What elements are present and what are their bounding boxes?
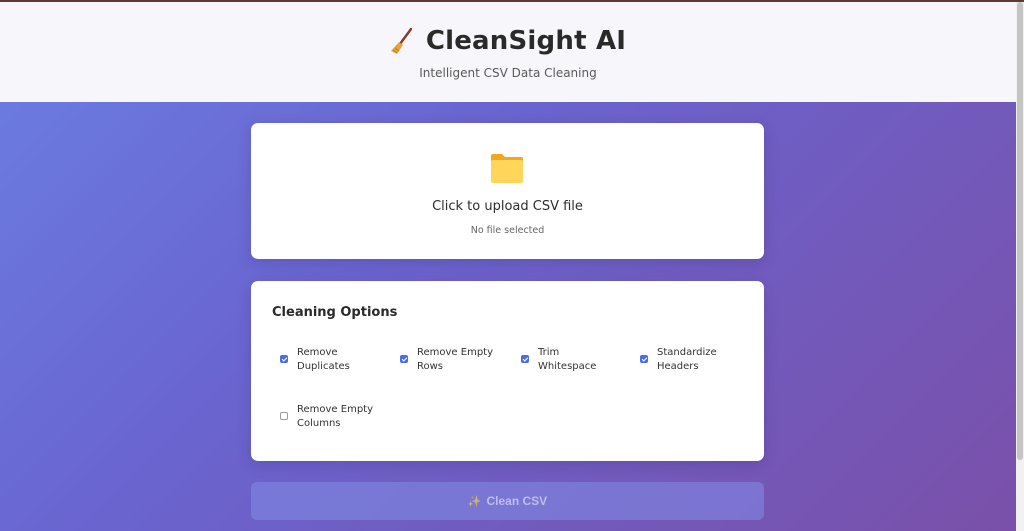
upload-dropzone[interactable]: Click to upload CSV file No file selecte… [251, 123, 764, 259]
file-status: No file selected [470, 225, 545, 236]
scrollbar-thumb[interactable] [1017, 2, 1023, 460]
cleaning-options-panel: Cleaning Options Remove Duplicates Remov… [251, 281, 764, 461]
option-label: Standardize Headers [657, 347, 717, 372]
option-label: Trim Whitespace [538, 347, 597, 372]
title-row: CleanSight AI [0, 26, 1016, 56]
scrollbar[interactable] [1016, 2, 1024, 531]
app-header: CleanSight AI Intelligent CSV Data Clean… [0, 2, 1016, 102]
broom-icon [390, 27, 414, 55]
clean-csv-label: Clean CSV [486, 494, 548, 508]
checkbox-remove-empty-rows[interactable] [400, 355, 408, 363]
option-label: Remove Empty Rows [417, 347, 494, 372]
checkbox-remove-duplicates[interactable] [280, 355, 288, 363]
checkbox-remove-empty-columns[interactable] [280, 412, 288, 420]
clean-csv-button[interactable]: ✨ Clean CSV [251, 482, 764, 520]
app-subtitle: Intelligent CSV Data Cleaning [419, 66, 597, 80]
app-title: CleanSight AI [425, 26, 627, 56]
sparkle-icon: ✨ [467, 495, 482, 508]
option-remove-empty-rows[interactable]: Remove Empty Rows [400, 346, 510, 374]
option-label: Remove Duplicates [297, 347, 350, 372]
option-label: Remove Empty Columns [297, 404, 374, 429]
option-remove-duplicates[interactable]: Remove Duplicates [280, 346, 390, 374]
option-trim-whitespace[interactable]: Trim Whitespace [521, 346, 631, 374]
upload-label: Click to upload CSV file [432, 199, 583, 214]
options-title: Cleaning Options [272, 305, 398, 320]
checkbox-trim-whitespace[interactable] [521, 355, 529, 363]
option-standardize-headers[interactable]: Standardize Headers [640, 346, 750, 374]
option-remove-empty-columns[interactable]: Remove Empty Columns [280, 403, 390, 431]
checkbox-standardize-headers[interactable] [640, 355, 648, 363]
folder-icon [489, 151, 525, 189]
